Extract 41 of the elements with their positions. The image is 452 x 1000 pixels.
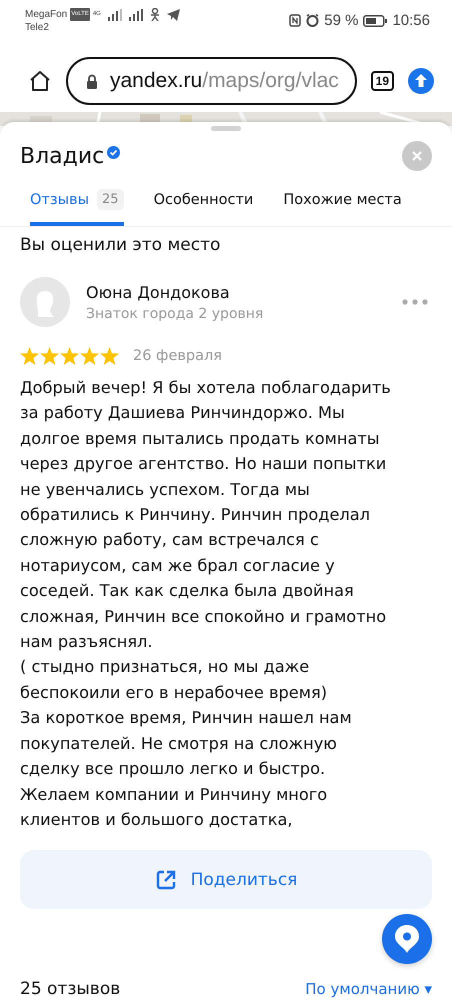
star-icon: [40, 347, 59, 365]
review-date: 26 февраля: [133, 348, 222, 364]
tab-count-button[interactable]: 19: [370, 71, 394, 91]
battery-percent: 59 %: [324, 12, 358, 29]
alarm-icon: [306, 14, 320, 27]
review-text: Добрый вечер! Я бы хотела поблагодарить за работу Дашиева Ринчиндоржо. Мы долгое время пытались продать комнаты через другое агентство. Но наши попытки не увенчались успехом. Тогда мы обратились к Ринчину. Ринчин проделал сложную работу, сам встречался с нотариусом, сам же брал согласие у соседей. Так как сделка была двойная сложная, Ринчин все спокойно и грамотно нам разъяснял. ( стыдно признаться, но мы даже беспокоили его в нерабочее время) За короткое время, Ринчин нашел нам покупателей. Не смотря на сложную сделку все прошло легко и быстро. Желаем компании и Ринчину много клиентов и большого достатка,: [20, 377, 392, 831]
tab[interactable]: Похожие места: [283, 189, 402, 226]
location-button[interactable]: [382, 914, 432, 964]
star-icon: [20, 347, 39, 365]
tab[interactable]: Особенности: [154, 189, 254, 226]
nfc-icon: [289, 14, 302, 27]
upload-icon[interactable]: [408, 68, 434, 94]
author-level: Знаток города 2 уровня: [86, 306, 264, 322]
share-icon: [154, 868, 177, 891]
place-title: Владис: [20, 144, 104, 168]
lock-icon: [86, 74, 98, 88]
tab[interactable]: Отзывы 25: [30, 189, 124, 226]
drag-handle[interactable]: [211, 126, 241, 131]
count-badge: 25: [97, 189, 124, 210]
reviews-count: 25 отзывов: [20, 979, 120, 1000]
sort-dropdown[interactable]: По умолчанию ▾: [305, 980, 432, 998]
person-icon: [150, 8, 160, 21]
section-heading: Вы оценили это место: [20, 235, 222, 255]
signal-icon: [108, 8, 122, 20]
share-button[interactable]: Поделиться: [20, 850, 432, 910]
signal-icon: [128, 8, 143, 20]
star-icon: [80, 347, 99, 365]
clock: 10:56: [392, 12, 430, 29]
author-name[interactable]: Оюна Дондокова: [86, 282, 386, 302]
location-pin-icon: [395, 925, 419, 953]
more-icon[interactable]: [402, 299, 428, 305]
address-field[interactable]: yandex.ru/maps/org/vlac: [66, 57, 357, 105]
carrier-name: Tele2: [25, 21, 50, 34]
star-icon: [100, 347, 119, 365]
avatar-icon: [20, 277, 70, 327]
close-icon: [411, 150, 423, 162]
telegram-icon: [166, 8, 180, 20]
carrier-name: MegaFon: [25, 8, 68, 21]
star-icon: [60, 347, 79, 365]
home-icon[interactable]: [28, 69, 52, 93]
battery-icon: [363, 14, 388, 26]
